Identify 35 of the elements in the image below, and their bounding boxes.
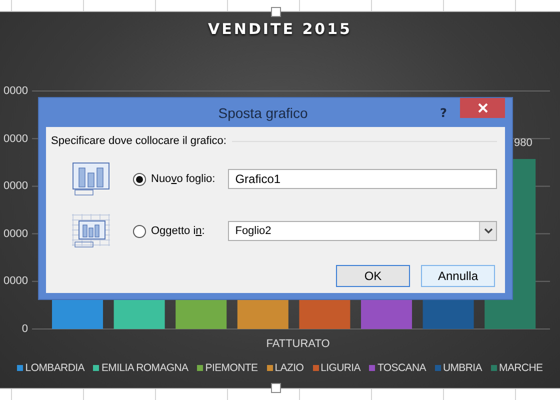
legend-label: TOSCANA (377, 362, 426, 374)
close-icon (478, 103, 488, 113)
legend-label: LIGURIA (320, 362, 360, 374)
chevron-down-icon (484, 228, 492, 234)
resize-handle[interactable] (271, 7, 281, 17)
dialog-title: Sposta grafico (217, 104, 309, 120)
axis-label: FATTURATO (266, 338, 330, 350)
legend-label: LOMBARDIA (25, 362, 84, 374)
legend-label: EMILIA ROMAGNA (101, 362, 188, 374)
sheet-chart-icon (71, 213, 111, 249)
resize-handle[interactable] (271, 383, 281, 393)
ok-button[interactable]: OK (336, 265, 410, 287)
legend-label: UMBRIA (442, 362, 482, 374)
axis-tick-label: 0 (22, 322, 28, 337)
axis-tick-label: 0000 (4, 179, 28, 194)
axis-tick-label: 0000 (4, 84, 28, 99)
axis-tick-label: 0000 (4, 274, 28, 290)
legend-label: PIEMONTE (205, 362, 258, 374)
chart-title: VENDITE 2015 (208, 20, 352, 40)
sheet-name-field[interactable]: Grafico1 (228, 169, 497, 189)
chart-sheet-icon (71, 161, 111, 197)
sheet-dropdown[interactable]: Foglio2 (228, 221, 497, 241)
radio-button[interactable] (133, 172, 146, 186)
radio-label[interactable]: Nuovo foglio: (151, 173, 216, 185)
data-label: 980 (514, 137, 532, 149)
group-label: Specificare dove collocare il grafico: (51, 135, 226, 147)
legend-label: MARCHE (499, 362, 543, 374)
cancel-button[interactable]: Annulla (421, 265, 495, 287)
close-button[interactable] (460, 98, 505, 118)
help-button[interactable]: ? (440, 106, 447, 120)
axis-tick-label: 0000 (4, 226, 28, 242)
legend-label: LAZIO (274, 362, 304, 374)
radio-label[interactable]: Oggetto in: (151, 225, 205, 237)
radio-button[interactable] (133, 224, 146, 238)
axis-tick-label: 0000 (4, 132, 28, 147)
